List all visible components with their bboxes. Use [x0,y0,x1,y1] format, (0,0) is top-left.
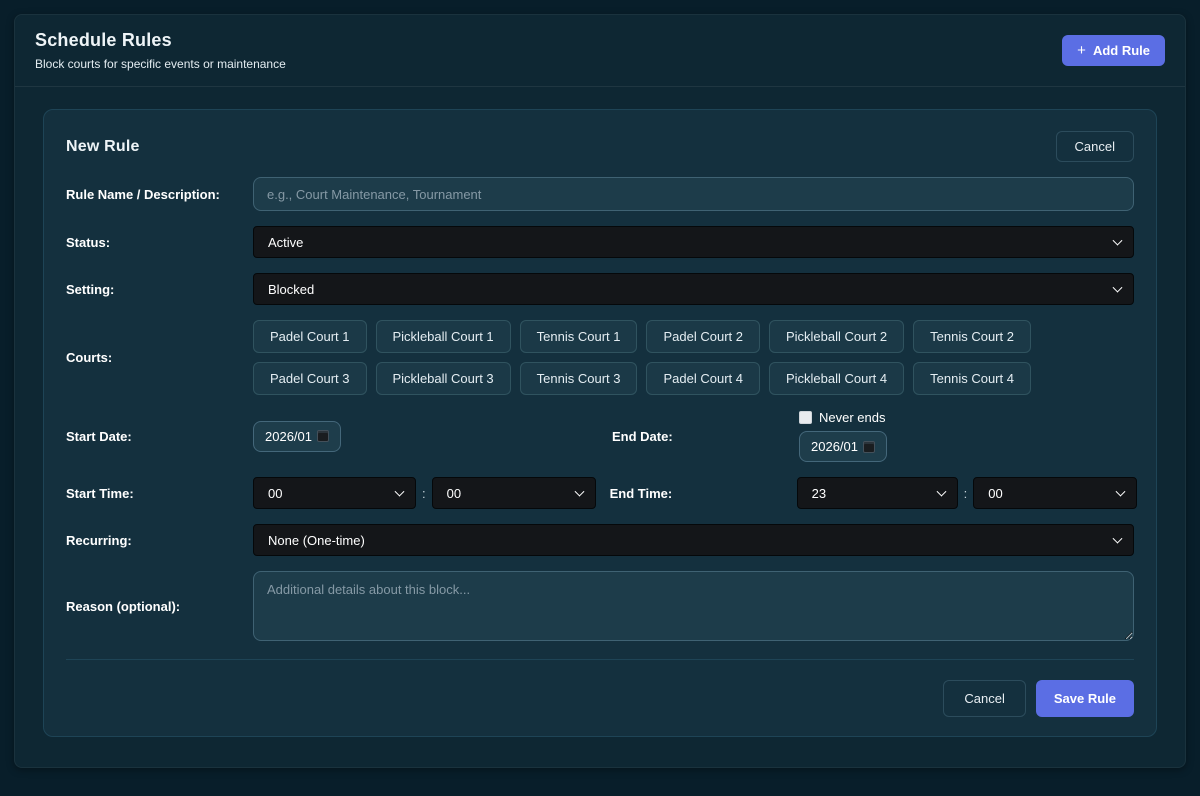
court-toggle-button[interactable]: Padel Court 1 [253,320,367,353]
start-time-hour-select[interactable]: 00 [253,477,416,509]
chevron-down-icon [395,487,405,497]
chevron-down-icon [1113,236,1123,246]
card-head: New Rule Cancel [66,131,1134,162]
court-toggle-button[interactable]: Tennis Court 4 [913,362,1031,395]
court-toggle-button[interactable]: Tennis Court 1 [520,320,638,353]
plus-icon: + [1077,43,1086,58]
calendar-icon[interactable] [317,430,329,442]
recurring-select[interactable]: None (One-time) [253,524,1134,556]
page-subtitle: Block courts for specific events or main… [35,57,286,71]
card-footer: Cancel Save Rule [66,659,1134,717]
cancel-top-button[interactable]: Cancel [1056,131,1134,162]
setting-label: Setting: [66,282,253,297]
court-toggle-button[interactable]: Tennis Court 3 [520,362,638,395]
reason-row: Reason (optional): [66,571,1134,641]
court-toggle-button[interactable]: Pickleball Court 2 [769,320,904,353]
never-ends-label: Never ends [819,410,885,425]
reason-label: Reason (optional): [66,599,253,614]
add-rule-button-label: Add Rule [1093,43,1150,58]
time-colon: : [422,486,426,501]
new-rule-card: New Rule Cancel Rule Name / Description:… [43,109,1157,737]
status-row: Status: Active [66,226,1134,258]
end-date-value: 2026/01 [811,439,858,454]
panel-header: Schedule Rules Block courts for specific… [15,15,1185,87]
calendar-icon[interactable] [863,441,875,453]
reason-textarea[interactable] [253,571,1134,641]
start-date-value: 2026/01 [265,429,312,444]
court-toggle-button[interactable]: Pickleball Court 1 [376,320,511,353]
court-toggle-button[interactable]: Padel Court 3 [253,362,367,395]
chevron-down-icon [574,487,584,497]
end-time-minute-select[interactable]: 00 [973,477,1137,509]
chevron-down-icon [936,487,946,497]
court-toggle-button[interactable]: Pickleball Court 3 [376,362,511,395]
start-time-label: Start Time: [66,486,253,501]
schedule-rules-panel: Schedule Rules Block courts for specific… [14,14,1186,768]
card-title: New Rule [66,138,140,156]
court-toggle-button[interactable]: Tennis Court 2 [913,320,1031,353]
times-content: 00 : 00 End Time: 23 : 00 [253,477,1137,509]
chevron-down-icon [1113,283,1123,293]
start-time-minute-value: 00 [447,486,461,501]
recurring-row: Recurring: None (One-time) [66,524,1134,556]
time-colon: : [964,486,968,501]
never-ends-checkbox[interactable] [799,411,812,424]
setting-select-value: Blocked [268,282,314,297]
end-date-group: Never ends 2026/01 [799,410,887,462]
times-row: Start Time: 00 : 00 End Time: 23 : [66,477,1134,509]
end-date-label: End Date: [612,429,799,444]
setting-row: Setting: Blocked [66,273,1134,305]
setting-select[interactable]: Blocked [253,273,1134,305]
chevron-down-icon [1113,534,1123,544]
end-time-minute-value: 00 [988,486,1002,501]
recurring-label: Recurring: [66,533,253,548]
status-select-value: Active [268,235,303,250]
end-time-label: End Time: [610,486,797,501]
start-time-minute-select[interactable]: 00 [432,477,596,509]
cancel-footer-button[interactable]: Cancel [943,680,1025,717]
start-date-input[interactable]: 2026/01 [253,421,341,452]
dates-row: Start Date: 2026/01 End Date: Never ends… [66,410,1134,462]
status-select[interactable]: Active [253,226,1134,258]
end-time-hour-value: 23 [812,486,826,501]
court-toggle-button[interactable]: Pickleball Court 4 [769,362,904,395]
never-ends-checkbox-row[interactable]: Never ends [799,410,885,425]
rule-name-row: Rule Name / Description: [66,177,1134,211]
rule-name-input[interactable] [253,177,1134,211]
courts-label: Courts: [66,350,253,365]
end-time-hour-select[interactable]: 23 [797,477,958,509]
save-rule-button[interactable]: Save Rule [1036,680,1134,717]
add-rule-button[interactable]: + Add Rule [1062,35,1165,66]
court-toggle-button[interactable]: Padel Court 2 [646,320,760,353]
rule-name-label: Rule Name / Description: [66,187,253,202]
end-date-input[interactable]: 2026/01 [799,431,887,462]
court-toggle-button[interactable]: Padel Court 4 [646,362,760,395]
dates-content: 2026/01 End Date: Never ends 2026/01 [253,410,1134,462]
start-time-hour-value: 00 [268,486,282,501]
start-date-label: Start Date: [66,429,253,444]
chevron-down-icon [1116,487,1126,497]
status-label: Status: [66,235,253,250]
page-title: Schedule Rules [35,30,286,51]
recurring-select-value: None (One-time) [268,533,365,548]
courts-button-group: Padel Court 1 Pickleball Court 1 Tennis … [253,320,1134,395]
panel-header-text: Schedule Rules Block courts for specific… [35,30,286,71]
courts-row: Courts: Padel Court 1 Pickleball Court 1… [66,320,1134,395]
